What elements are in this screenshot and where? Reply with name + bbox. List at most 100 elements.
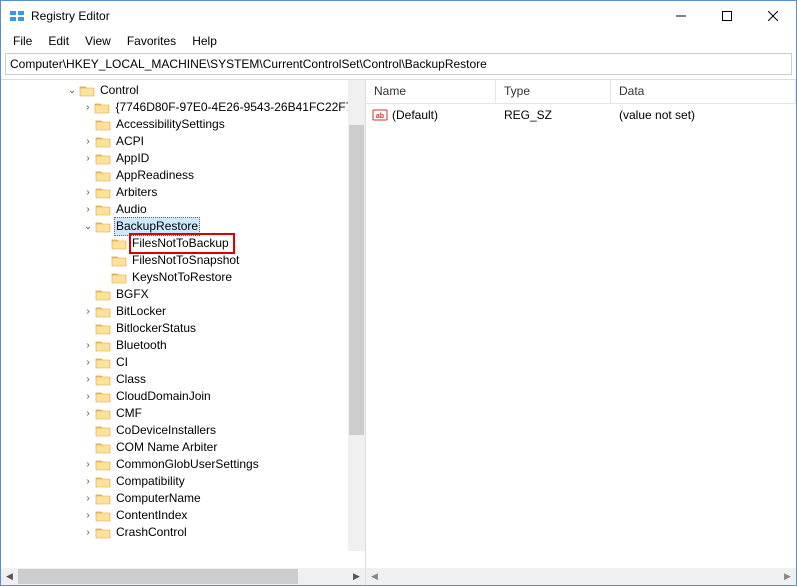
tree-node-label: Arbiters — [114, 184, 159, 201]
value-row[interactable]: ab(Default)REG_SZ(value not set) — [366, 106, 796, 124]
chevron-right-icon[interactable]: › — [81, 456, 95, 473]
tree-node[interactable]: › {7746D80F-97E0-4E26-9543-26B41FC22F79} — [1, 99, 365, 116]
chevron-right-icon[interactable]: › — [81, 133, 95, 150]
tree-node-label: CI — [114, 354, 130, 371]
chevron-right-icon[interactable]: › — [81, 371, 95, 388]
chevron-right-icon[interactable]: › — [81, 490, 95, 507]
tree-node[interactable]: ›ACPI — [1, 133, 365, 150]
folder-icon — [95, 390, 111, 404]
close-button[interactable] — [750, 1, 796, 31]
chevron-right-icon[interactable]: › — [81, 405, 95, 422]
tree-node[interactable]: ›KeysNotToRestore — [1, 269, 365, 286]
menu-edit[interactable]: Edit — [40, 32, 77, 50]
scroll-right-icon[interactable]: ▶ — [348, 571, 365, 582]
tree-node[interactable]: ›CMF — [1, 405, 365, 422]
tree-node[interactable]: ›AccessibilitySettings — [1, 116, 365, 133]
tree-node[interactable]: ›CoDeviceInstallers — [1, 422, 365, 439]
column-header-name[interactable]: Name — [366, 80, 496, 103]
folder-icon — [95, 407, 111, 421]
tree-node-label: Compatibility — [114, 473, 187, 490]
tree-node[interactable]: › CI — [1, 354, 365, 371]
tree-scroll-area[interactable]: ⌄Control›{7746D80F-97E0-4E26-9543-26B41F… — [1, 80, 365, 568]
tree-node[interactable]: ›FilesNotToBackup — [1, 235, 365, 252]
tree-node[interactable]: ›Class — [1, 371, 365, 388]
chevron-down-icon[interactable]: ⌄ — [65, 82, 79, 99]
tree-node[interactable]: ›CrashControl — [1, 524, 365, 541]
chevron-down-icon[interactable]: ⌄ — [81, 218, 95, 235]
scroll-left-icon[interactable]: ◀ — [1, 571, 18, 582]
chevron-right-icon[interactable]: › — [81, 303, 95, 320]
menu-help[interactable]: Help — [184, 32, 225, 50]
tree-node[interactable]: ›COM Name Arbiter — [1, 439, 365, 456]
folder-icon — [95, 475, 111, 489]
folder-icon — [95, 135, 111, 149]
tree-node[interactable]: ›AppReadiness — [1, 167, 365, 184]
values-pane: Name Type Data ab(Default)REG_SZ(value n… — [366, 80, 796, 585]
scroll-right-icon[interactable]: ▶ — [779, 568, 796, 585]
menu-view[interactable]: View — [77, 32, 119, 50]
tree-node[interactable]: ›FilesNotToSnapshot — [1, 252, 365, 269]
scroll-left-icon[interactable]: ◀ — [366, 568, 383, 585]
window-controls — [658, 1, 796, 31]
window-title: Registry Editor — [31, 9, 658, 23]
tree-node-label: {7746D80F-97E0-4E26-9543-26B41FC22F79} — [113, 99, 365, 116]
values-list: ab(Default)REG_SZ(value not set) — [366, 104, 796, 568]
tree-node-label: BGFX — [114, 286, 151, 303]
values-horizontal-scrollbar[interactable]: ◀ ▶ — [366, 568, 796, 585]
tree-node[interactable]: ›BGFX — [1, 286, 365, 303]
menu-file[interactable]: File — [5, 32, 40, 50]
tree-node-label: FilesNotToSnapshot — [130, 252, 241, 269]
tree-node-label: AppID — [114, 150, 151, 167]
tree-node[interactable]: › Arbiters — [1, 184, 365, 201]
tree-node[interactable]: › AppID — [1, 150, 365, 167]
tree-vertical-scrollbar[interactable] — [348, 80, 365, 551]
chevron-right-icon[interactable]: › — [81, 201, 95, 218]
column-header-data[interactable]: Data — [611, 80, 796, 103]
tree-node-label: CommonGlobUserSettings — [114, 456, 261, 473]
address-bar[interactable]: Computer\HKEY_LOCAL_MACHINE\SYSTEM\Curre… — [5, 53, 792, 75]
chevron-right-icon[interactable]: › — [81, 354, 95, 371]
value-name: (Default) — [392, 108, 438, 122]
column-header-type[interactable]: Type — [496, 80, 611, 103]
tree-node[interactable]: ›Bluetooth — [1, 337, 365, 354]
folder-icon — [111, 254, 127, 268]
tree-node[interactable]: ›ComputerName — [1, 490, 365, 507]
minimize-button[interactable] — [658, 1, 704, 31]
maximize-button[interactable] — [704, 1, 750, 31]
folder-icon — [79, 84, 95, 98]
chevron-right-icon[interactable]: › — [81, 524, 95, 541]
values-header: Name Type Data — [366, 80, 796, 104]
folder-icon — [95, 441, 111, 455]
folder-icon — [95, 169, 111, 183]
chevron-right-icon[interactable]: › — [81, 473, 95, 490]
svg-text:ab: ab — [376, 113, 384, 120]
chevron-right-icon[interactable]: › — [81, 150, 95, 167]
chevron-right-icon[interactable]: › — [81, 184, 95, 201]
value-data: (value not set) — [611, 108, 796, 122]
folder-icon — [111, 271, 127, 285]
tree-node[interactable]: › CloudDomainJoin — [1, 388, 365, 405]
tree-horizontal-scrollbar[interactable]: ◀ ▶ — [1, 568, 365, 585]
tree-node-label: COM Name Arbiter — [114, 439, 219, 456]
tree-node[interactable]: › Compatibility — [1, 473, 365, 490]
folder-icon — [95, 288, 111, 302]
titlebar: Registry Editor — [1, 1, 796, 31]
tree-vertical-scrollbar-thumb[interactable] — [349, 125, 364, 435]
tree-horizontal-scrollbar-thumb[interactable] — [18, 569, 298, 584]
chevron-right-icon[interactable]: › — [81, 99, 94, 116]
tree-node[interactable]: ⌄ Control — [1, 82, 365, 99]
tree-node[interactable]: ›BitlockerStatus — [1, 320, 365, 337]
tree-node[interactable]: ›ContentIndex — [1, 507, 365, 524]
tree-node-label: AccessibilitySettings — [114, 116, 227, 133]
tree-node-label: Control — [98, 82, 141, 99]
chevron-right-icon[interactable]: › — [81, 507, 95, 524]
tree-node-label: Audio — [114, 201, 149, 218]
chevron-right-icon[interactable]: › — [81, 337, 95, 354]
chevron-right-icon[interactable]: › — [81, 388, 95, 405]
menu-favorites[interactable]: Favorites — [119, 32, 184, 50]
tree-node-label: CloudDomainJoin — [114, 388, 213, 405]
tree-node[interactable]: › Audio — [1, 201, 365, 218]
tree-node[interactable]: ›BitLocker — [1, 303, 365, 320]
folder-icon — [95, 458, 111, 472]
tree-node[interactable]: › CommonGlobUserSettings — [1, 456, 365, 473]
